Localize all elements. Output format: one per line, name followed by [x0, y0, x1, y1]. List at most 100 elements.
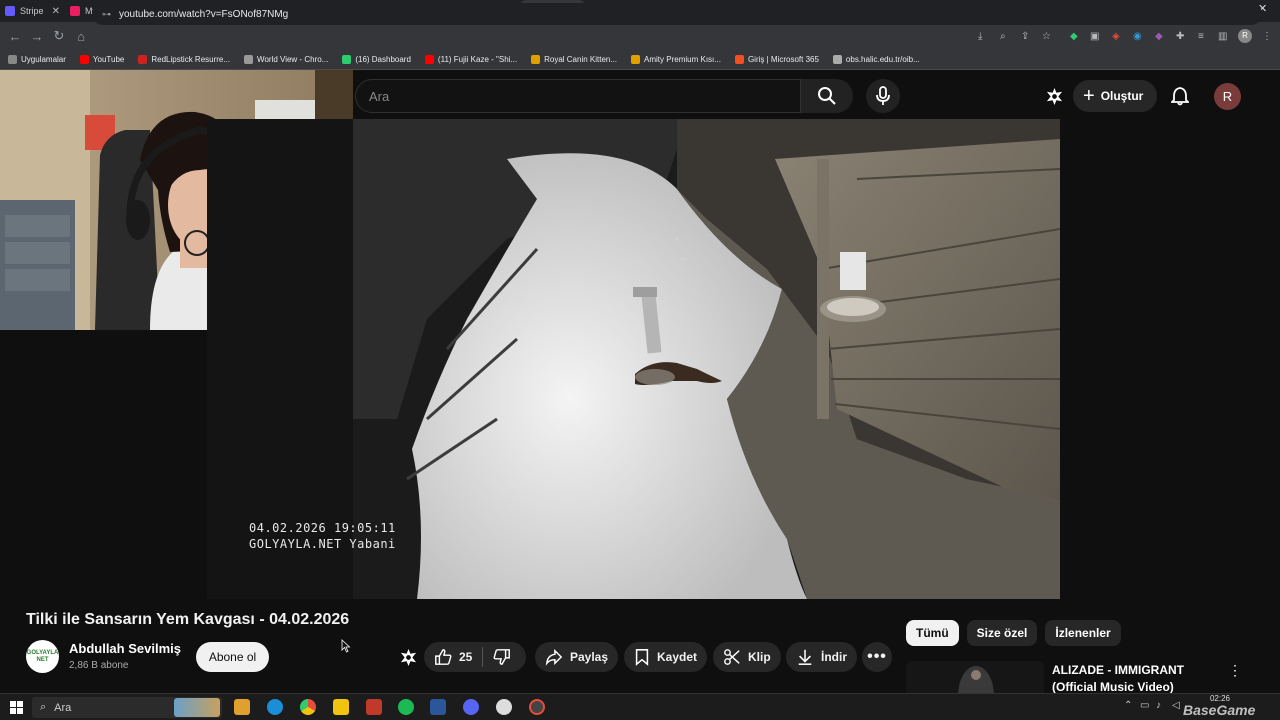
video-title: Tilki ile Sansarın Yem Kavgası - 04.02.2…: [26, 611, 350, 628]
bookmark-favicon-icon: [244, 55, 254, 64]
url-text: youtube.com/watch?v=FsONof87NMg: [119, 8, 289, 20]
plus-icon: +: [1083, 85, 1095, 107]
windows-start-icon[interactable]: [10, 701, 23, 714]
tab-title: Stripe: [20, 6, 44, 16]
share-page-icon[interactable]: ⇪: [1021, 31, 1029, 42]
overlay-datetime: 04.02.2026 19:05:11: [249, 521, 396, 535]
premium-sparkle-action-icon[interactable]: [399, 648, 418, 667]
clip-label: Klip: [748, 650, 771, 664]
extension-purple-icon[interactable]: ◆: [1155, 31, 1163, 42]
search-input[interactable]: Ara: [355, 79, 801, 113]
bookmark-item[interactable]: Uygulamalar: [8, 55, 66, 64]
windows-taskbar: ⌕ Ara ⌃ ▭ ♪ ◁: [0, 693, 1280, 720]
premium-sparkle-icon[interactable]: [1045, 87, 1064, 106]
forward-icon[interactable]: →: [26, 29, 48, 44]
tray-chevron-icon[interactable]: ⌃: [1124, 700, 1132, 711]
taskbar-search-input[interactable]: ⌕ Ara: [32, 697, 222, 718]
create-label: Oluştur: [1100, 89, 1144, 103]
extension-shield-icon[interactable]: ◆: [1070, 31, 1078, 42]
menu-kebab-icon[interactable]: ⋮: [1262, 31, 1272, 42]
bookmark-item[interactable]: Giriş | Microsoft 365: [734, 55, 819, 64]
install-icon[interactable]: ⤓: [978, 31, 982, 42]
bookmark-label: Royal Canin Kitten...: [544, 55, 618, 64]
create-button[interactable]: + Oluştur: [1073, 80, 1157, 112]
bookmark-favicon-icon: [531, 55, 541, 64]
reload-icon[interactable]: ↻: [48, 28, 70, 44]
clip-button[interactable]: Klip: [713, 642, 781, 672]
bookmark-item[interactable]: YouTube: [79, 55, 125, 64]
address-bar[interactable]: ⊶ youtube.com/watch?v=FsONof87NMg: [92, 3, 1262, 25]
bookmark-item[interactable]: (16) Dashboard: [342, 55, 411, 64]
filter-chip[interactable]: Tümü: [906, 620, 959, 646]
tab-close-icon[interactable]: ✕: [52, 6, 60, 17]
like-button[interactable]: 25: [434, 648, 472, 666]
tray-mic-icon[interactable]: ♪: [1156, 700, 1161, 711]
save-button[interactable]: Kaydet: [624, 642, 708, 672]
back-icon[interactable]: ←: [4, 29, 26, 44]
filter-chip[interactable]: Size özel: [966, 620, 1038, 646]
bookmark-item[interactable]: obs.halic.edu.tr/oib...: [832, 55, 920, 64]
zoom-icon[interactable]: ⌕: [1000, 31, 1006, 42]
notifications-bell-icon[interactable]: [1171, 86, 1189, 106]
like-count: 25: [459, 650, 473, 664]
thumbs-down-icon: [493, 649, 511, 665]
extension-blue-icon[interactable]: ◉: [1133, 31, 1142, 42]
word-icon[interactable]: [430, 699, 446, 715]
like-dislike-group: 25: [424, 642, 526, 672]
bookmark-item[interactable]: (11) Fujii Kaze - "Shi...: [424, 55, 518, 64]
bookmark-favicon-icon: [832, 55, 842, 64]
more-actions-button[interactable]: •••: [862, 642, 892, 672]
bookmark-item[interactable]: World View - Chro...: [244, 55, 328, 64]
recommendation-more-icon[interactable]: ⋮: [1228, 662, 1242, 679]
extensions-puzzle-icon[interactable]: ✚: [1176, 31, 1184, 42]
subscribe-button[interactable]: Abone ol: [196, 642, 269, 672]
voice-search-button[interactable]: [866, 79, 900, 113]
save-label: Kaydet: [657, 650, 698, 664]
channel-name[interactable]: Abdullah Sevilmiş: [69, 641, 181, 656]
chrome-taskbar-icon[interactable]: [300, 699, 316, 715]
extension-red-icon[interactable]: ◈: [1112, 31, 1120, 42]
download-button[interactable]: İndir: [786, 642, 857, 672]
search-button[interactable]: [801, 79, 853, 113]
bookmark-label: (16) Dashboard: [355, 55, 411, 64]
obs-icon[interactable]: [496, 699, 512, 715]
side-panel-icon[interactable]: ▥: [1218, 31, 1227, 42]
filter-chip[interactable]: İzlenenler: [1045, 620, 1121, 646]
bookmark-item[interactable]: Royal Canin Kitten...: [531, 55, 617, 64]
bookmark-label: YouTube: [92, 55, 125, 64]
bookmark-star-icon[interactable]: ☆: [1042, 31, 1051, 42]
dislike-button[interactable]: [493, 648, 511, 666]
bookmark-label: Amity Premium Kısı...: [644, 55, 721, 64]
browser-tab[interactable]: Stripe ✕: [0, 0, 65, 22]
site-info-icon[interactable]: ⊶: [102, 9, 111, 20]
reading-list-icon[interactable]: ≡: [1198, 31, 1204, 42]
recommendation-title[interactable]: ALIZADE - IMMIGRANT (Official Music Vide…: [1052, 662, 1227, 696]
channel-avatar-text-top: GOLYAYLA: [26, 649, 59, 656]
notes-app-icon[interactable]: [333, 699, 349, 715]
bookmark-item[interactable]: RedLipstick Resurre...: [138, 55, 230, 64]
browser-toolbar: ← → ↻ ⌂: [0, 22, 1280, 50]
file-explorer-icon[interactable]: [234, 699, 250, 715]
tray-battery-icon[interactable]: ▭: [1140, 700, 1149, 711]
edge-browser-icon[interactable]: [267, 699, 283, 715]
profile-avatar-icon[interactable]: R: [1238, 29, 1252, 43]
bookmark-favicon-icon: [138, 55, 148, 64]
channel-avatar[interactable]: GOLYAYLA NET: [26, 640, 59, 673]
home-icon[interactable]: ⌂: [70, 29, 92, 44]
spotify-icon[interactable]: [398, 699, 414, 715]
bookmark-favicon-icon: [631, 55, 641, 64]
bookmark-label: World View - Chro...: [257, 55, 329, 64]
discord-icon[interactable]: [463, 699, 479, 715]
bookmark-label: Uygulamalar: [21, 55, 66, 64]
bookmark-favicon-icon: [79, 55, 89, 64]
recording-app-icon[interactable]: [529, 699, 545, 715]
bookmark-item[interactable]: Amity Premium Kısı...: [631, 55, 721, 64]
video-editor-icon[interactable]: [366, 699, 382, 715]
account-avatar[interactable]: R: [1214, 83, 1241, 110]
taskbar-search-placeholder: Ara: [54, 701, 72, 714]
tray-volume-icon[interactable]: ◁: [1172, 700, 1180, 711]
extension-icon[interactable]: ▣: [1090, 31, 1099, 42]
bookmark-label: (11) Fujii Kaze - "Shi...: [437, 55, 518, 64]
thumbs-up-icon: [435, 649, 452, 665]
share-button[interactable]: Paylaş: [535, 642, 619, 672]
